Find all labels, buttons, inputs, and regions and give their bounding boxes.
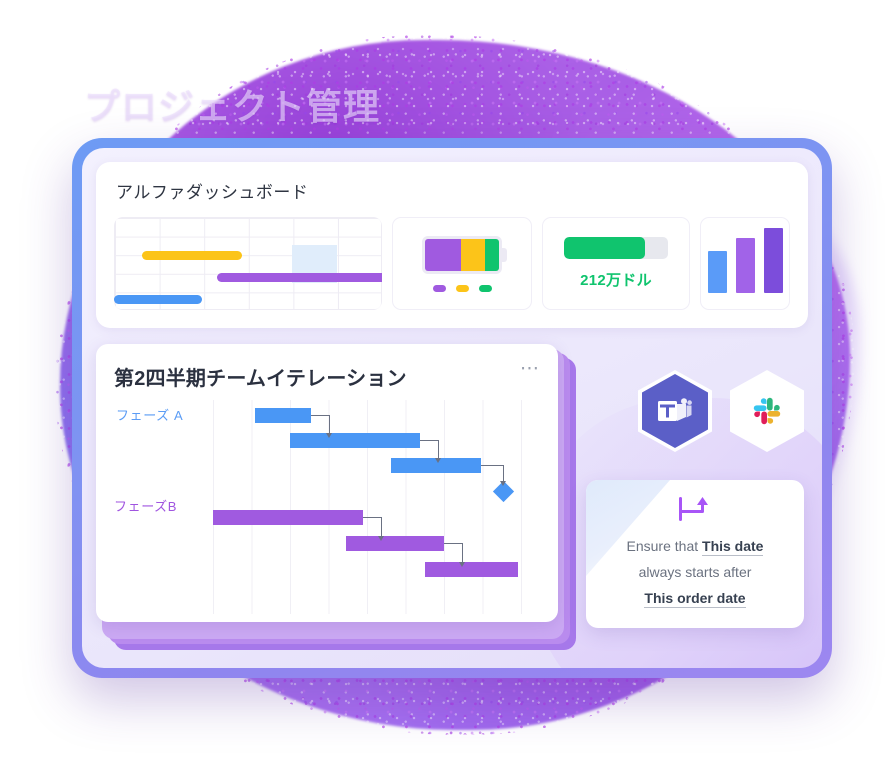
gantt-card: 第2四半期チームイテレーション ⋯ フェーズ A フェーズB — [96, 344, 558, 622]
dashboard-title: アルファダッシュボード — [116, 183, 309, 202]
gantt-task-b3[interactable] — [425, 562, 518, 577]
dependency-tooltip-card: Ensure that This date always starts afte… — [586, 480, 804, 628]
more-options-icon[interactable]: ⋯ — [518, 359, 542, 378]
slack-glyph — [753, 397, 781, 425]
mini-gantt-widget[interactable] — [114, 217, 382, 310]
device-frame: アルファダッシュボード 212万ドル 第2四半期チームイテレーション ⋯ フェー… — [72, 138, 832, 678]
gantt-arrowhead-milestone — [499, 481, 506, 486]
page-headline: プロジェクト管理 — [84, 86, 381, 127]
gantt-task-b1[interactable] — [213, 510, 363, 525]
dependency-line-3: This order date — [627, 586, 764, 612]
gantt-arrowhead-b3 — [458, 562, 465, 567]
bar-chart-bar-3 — [763, 228, 783, 293]
stack-segment-purple — [425, 238, 461, 271]
gantt-arrowhead-a2 — [325, 433, 332, 438]
legend-dot-yellow — [455, 284, 469, 292]
integration-badges — [638, 370, 804, 452]
bar-chart-bar-2 — [735, 238, 755, 293]
gantt-arrowhead-a3 — [434, 458, 441, 463]
stacked-bar-track — [422, 235, 507, 274]
microsoft-teams-icon[interactable] — [638, 370, 712, 452]
mini-gantt-bar-purple — [217, 273, 382, 282]
phase-b-label: フェーズB — [114, 499, 178, 514]
gantt-task-a1[interactable] — [255, 408, 311, 423]
revenue-progress-widget[interactable]: 212万ドル — [542, 217, 690, 310]
progress-value-label: 212万ドル — [580, 272, 652, 289]
dependency-line1-prefix: Ensure that — [626, 538, 703, 554]
gantt-plot-area — [213, 400, 558, 614]
dependency-this-order-date: This order date — [644, 589, 746, 608]
dashboard-card: アルファダッシュボード 212万ドル — [96, 162, 808, 328]
mini-gantt-bar-yellow — [142, 251, 242, 260]
gantt-arrowhead-b2 — [377, 536, 384, 541]
gantt-task-b2[interactable] — [346, 536, 444, 551]
legend-dot-green — [478, 284, 492, 292]
gantt-task-a2[interactable] — [290, 433, 420, 448]
dependency-line-2: always starts after — [638, 563, 752, 580]
dependency-this-date: This date — [702, 538, 764, 556]
stack-segment-green — [484, 238, 499, 271]
progress-track — [564, 237, 668, 259]
gantt-header: 第2四半期チームイテレーション ⋯ — [114, 359, 542, 391]
dependency-line-1: Ensure that This date — [627, 534, 764, 560]
dependency-card-text: Ensure that This date always starts afte… — [627, 534, 764, 612]
bar-chart-widget[interactable] — [700, 217, 790, 310]
stacked-bar-widget[interactable] — [392, 217, 532, 310]
device-screen: アルファダッシュボード 212万ドル 第2四半期チームイテレーション ⋯ フェー… — [82, 148, 822, 668]
teams-hex-inner — [642, 374, 708, 448]
slack-icon[interactable] — [730, 370, 804, 452]
progress-fill — [564, 237, 646, 259]
dashboard-widgets: 212万ドル — [114, 217, 790, 310]
legend-dot-purple — [432, 284, 446, 292]
bar-chart-bar-1 — [707, 251, 727, 293]
stacked-bar-legend — [432, 284, 492, 292]
gantt-title: 第2四半期チームイテレーション — [114, 368, 407, 390]
stack-segment-yellow — [460, 238, 485, 271]
dependency-arrow-icon — [677, 496, 713, 522]
teams-glyph — [658, 398, 692, 421]
mini-gantt-bar-blue — [114, 295, 202, 304]
